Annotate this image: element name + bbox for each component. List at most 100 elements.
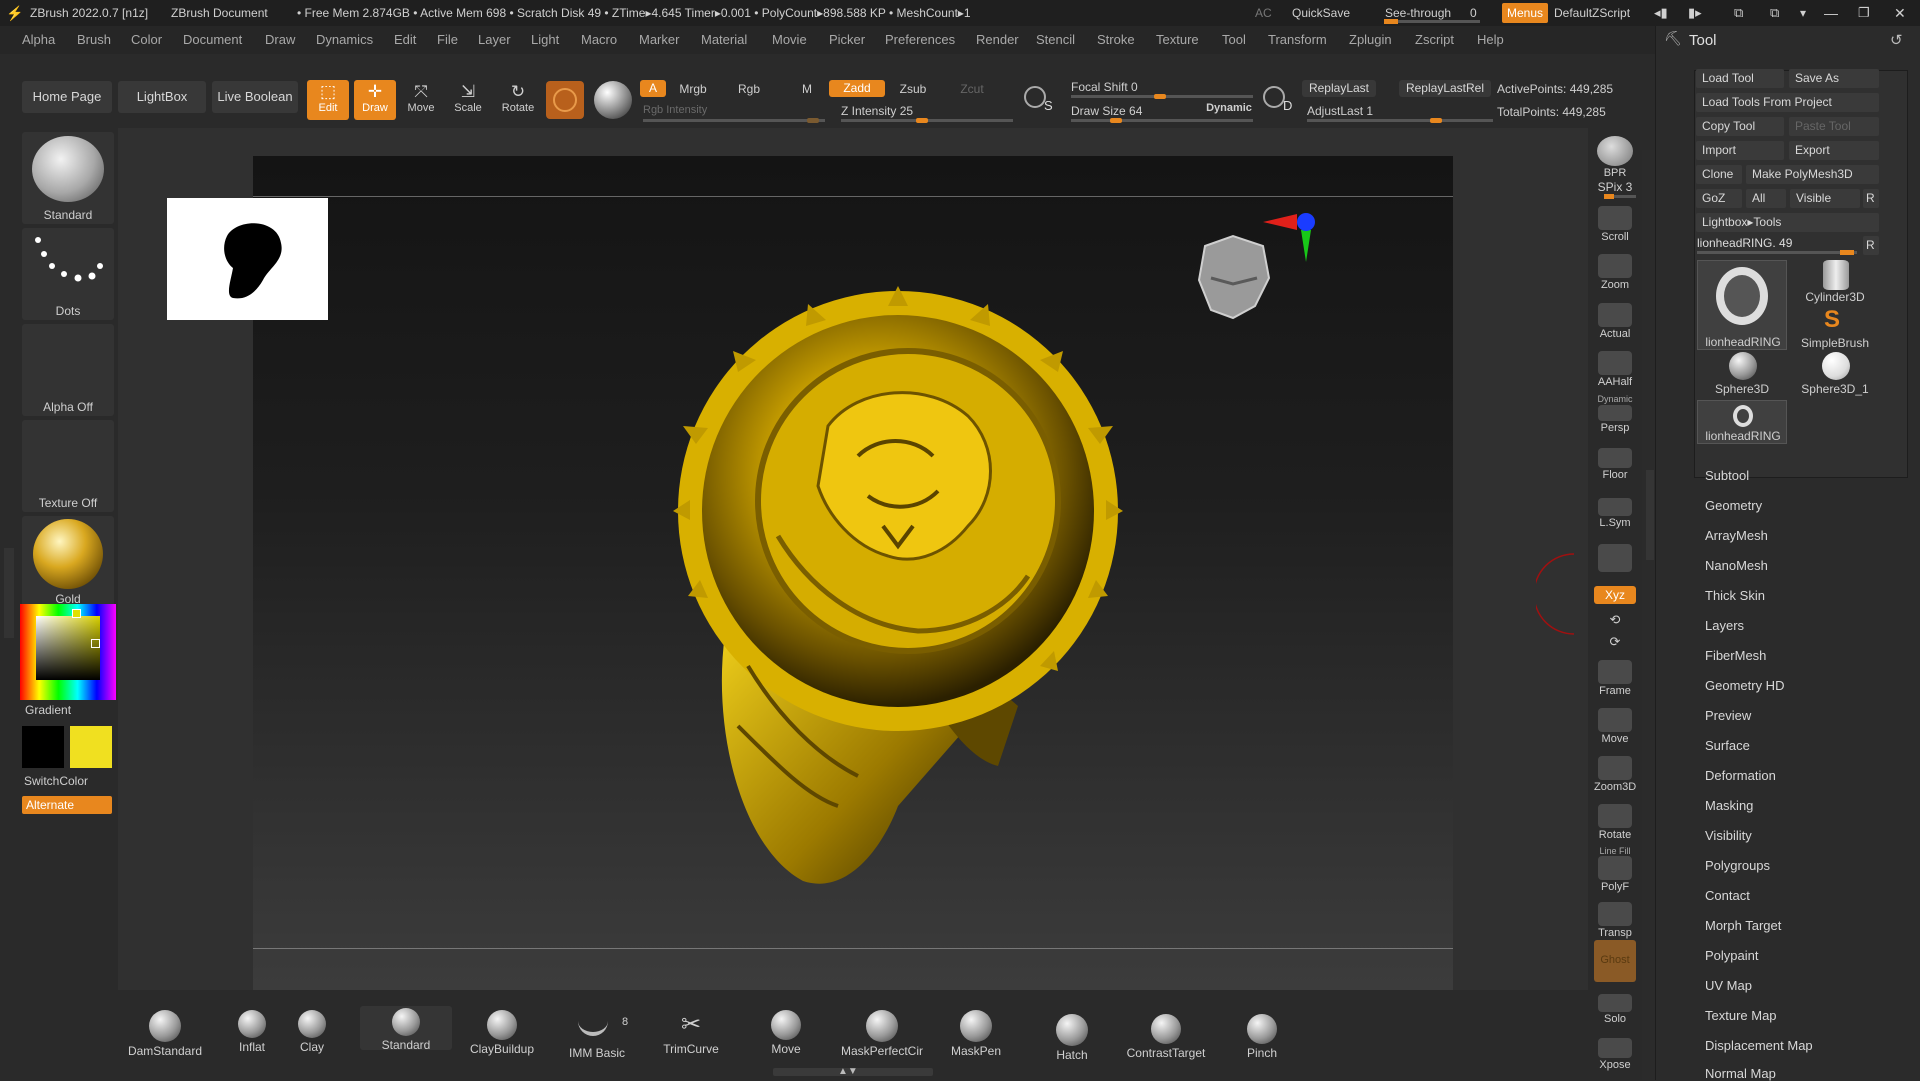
xyz-toggle[interactable]: Xyz: [1594, 586, 1636, 604]
brush-hatch[interactable]: Hatch: [1050, 1010, 1094, 1062]
thumb-simplebrush[interactable]: S SimpleBrush: [1790, 306, 1880, 350]
solo-button[interactable]: Solo: [1594, 994, 1636, 1025]
palette-icon[interactable]: ▾: [1800, 0, 1806, 26]
refresh-icon[interactable]: ↺: [1890, 31, 1903, 49]
load-tool-button[interactable]: Load Tool: [1696, 69, 1784, 88]
spix-knob[interactable]: [1604, 194, 1614, 199]
document-canvas[interactable]: [253, 156, 1453, 990]
close-icon[interactable]: ✕: [1894, 0, 1906, 26]
alternate-button[interactable]: Alternate: [22, 796, 112, 814]
defaultzscript-button[interactable]: DefaultZScript: [1554, 0, 1630, 26]
brush-claybuildup[interactable]: ClayBuildup: [462, 1010, 542, 1056]
xpose-button[interactable]: Xpose: [1594, 1038, 1636, 1071]
polyf-button[interactable]: PolyF: [1594, 856, 1636, 893]
subpalette-layers[interactable]: Layers: [1705, 618, 1744, 633]
subpalette-thick-skin[interactable]: Thick Skin: [1705, 588, 1765, 603]
layout-icon[interactable]: ⧉: [1734, 0, 1743, 26]
current-tool-r-button[interactable]: R: [1863, 236, 1879, 255]
subpalette-uv-map[interactable]: UV Map: [1705, 978, 1752, 993]
replaylastrel-button[interactable]: ReplayLastRel: [1399, 80, 1491, 97]
rotate-view-button[interactable]: Rotate: [1594, 804, 1636, 841]
d-lazy-icon[interactable]: D: [1261, 84, 1297, 118]
a-toggle[interactable]: A: [640, 80, 666, 97]
adjustlast-label[interactable]: AdjustLast 1: [1307, 104, 1407, 118]
tool-palette-title[interactable]: Tool: [1689, 32, 1717, 49]
layout2-icon[interactable]: ⧉: [1770, 0, 1779, 26]
seethrough-knob[interactable]: [1384, 19, 1398, 24]
current-tool-knob[interactable]: [1840, 250, 1854, 255]
menu-light[interactable]: Light: [531, 26, 559, 54]
zcut-toggle[interactable]: Zcut: [954, 82, 990, 96]
subpalette-fibermesh[interactable]: FiberMesh: [1705, 648, 1766, 663]
menu-draw[interactable]: Draw: [265, 26, 295, 54]
subpalette-contact[interactable]: Contact: [1705, 888, 1750, 903]
rotate-z-icon[interactable]: ⟳: [1594, 634, 1636, 650]
floor-button[interactable]: Floor: [1594, 448, 1636, 481]
z-intensity-knob[interactable]: [916, 118, 928, 123]
live-boolean-button[interactable]: Live Boolean: [212, 81, 298, 113]
subpalette-masking[interactable]: Masking: [1705, 798, 1753, 813]
brush-maskpen[interactable]: MaskPen: [946, 1010, 1006, 1058]
menu-stencil[interactable]: Stencil: [1036, 26, 1075, 54]
texture-slot[interactable]: Texture Off: [22, 420, 114, 512]
menu-movie[interactable]: Movie: [772, 26, 807, 54]
current-tool-track[interactable]: [1697, 251, 1857, 254]
aahalf-button[interactable]: AAHalf: [1594, 351, 1636, 388]
dock-left-icon[interactable]: ◂▮: [1654, 0, 1668, 26]
subpalette-arraymesh[interactable]: ArrayMesh: [1705, 528, 1768, 543]
spix-slider[interactable]: SPix 3: [1594, 180, 1636, 194]
zoom3d-button[interactable]: Zoom3D: [1594, 756, 1636, 793]
edit-button[interactable]: ⬚ Edit: [307, 80, 349, 120]
menu-document[interactable]: Document: [183, 26, 242, 54]
menu-preferences[interactable]: Preferences: [885, 26, 955, 54]
menu-layer[interactable]: Layer: [478, 26, 511, 54]
thumb-sphere3d-1[interactable]: Sphere3D_1: [1790, 352, 1880, 396]
paste-tool-button[interactable]: Paste Tool: [1789, 117, 1879, 136]
goz-all-button[interactable]: All: [1746, 189, 1786, 208]
menu-zplugin[interactable]: Zplugin: [1349, 26, 1392, 54]
primary-color-swatch[interactable]: [22, 726, 64, 768]
subpalette-nanomesh[interactable]: NanoMesh: [1705, 558, 1768, 573]
menu-render[interactable]: Render: [976, 26, 1019, 54]
brush-imm-basic[interactable]: 8 IMM Basic: [556, 1010, 638, 1060]
menu-zscript[interactable]: Zscript: [1415, 26, 1454, 54]
menu-transform[interactable]: Transform: [1268, 26, 1327, 54]
persp-button[interactable]: Persp: [1594, 405, 1636, 434]
lock-button[interactable]: [1594, 544, 1636, 573]
dynamic-toggle[interactable]: Dynamic: [1203, 102, 1255, 114]
thumb-cylinder3d[interactable]: Cylinder3D: [1790, 260, 1880, 304]
menu-texture[interactable]: Texture: [1156, 26, 1199, 54]
brush-inflat[interactable]: Inflat: [230, 1010, 274, 1054]
subpalette-polygroups[interactable]: Polygroups: [1705, 858, 1770, 873]
menu-material[interactable]: Material: [701, 26, 747, 54]
draw-button[interactable]: ✛ Draw: [354, 80, 396, 120]
save-as-button[interactable]: Save As: [1789, 69, 1879, 88]
rotate-y-icon[interactable]: ⟲: [1594, 612, 1636, 628]
subpalette-geometry-hd[interactable]: Geometry HD: [1705, 678, 1784, 693]
standard-brush-slot[interactable]: Standard: [22, 132, 114, 224]
minimize-icon[interactable]: —: [1824, 0, 1838, 26]
clone-button[interactable]: Clone: [1696, 165, 1742, 184]
material-slot[interactable]: Gold: [22, 516, 114, 608]
subpalette-surface[interactable]: Surface: [1705, 738, 1750, 753]
rgb-toggle[interactable]: Rgb: [731, 82, 767, 96]
lsym-button[interactable]: L.Sym: [1594, 498, 1636, 529]
tray-toggle-icon[interactable]: ▲▼: [838, 1066, 858, 1077]
subpalette-texture-map[interactable]: Texture Map: [1705, 1008, 1777, 1023]
thumb-lionheadring-2[interactable]: lionheadRING: [1697, 400, 1787, 444]
menu-marker[interactable]: Marker: [639, 26, 679, 54]
menu-file[interactable]: File: [437, 26, 458, 54]
brush-clay[interactable]: Clay: [290, 1010, 334, 1054]
color-picker[interactable]: [20, 604, 116, 700]
rgb-intensity-slider[interactable]: [643, 119, 825, 122]
rgb-intensity-label[interactable]: Rgb Intensity: [643, 104, 743, 116]
lightbox-button[interactable]: LightBox: [118, 81, 206, 113]
switchcolor-label[interactable]: SwitchColor: [24, 774, 88, 788]
brush-maskperfectcir[interactable]: MaskPerfectCir: [834, 1010, 930, 1058]
subpalette-preview[interactable]: Preview: [1705, 708, 1751, 723]
color-square[interactable]: [36, 616, 100, 680]
subpalette-normal-map[interactable]: Normal Map: [1705, 1066, 1776, 1081]
dots-stroke-slot[interactable]: Dots: [22, 228, 114, 320]
lightbox-tools-button[interactable]: Lightbox▸Tools: [1696, 213, 1879, 232]
draw-size-label[interactable]: Draw Size 64: [1071, 104, 1171, 118]
